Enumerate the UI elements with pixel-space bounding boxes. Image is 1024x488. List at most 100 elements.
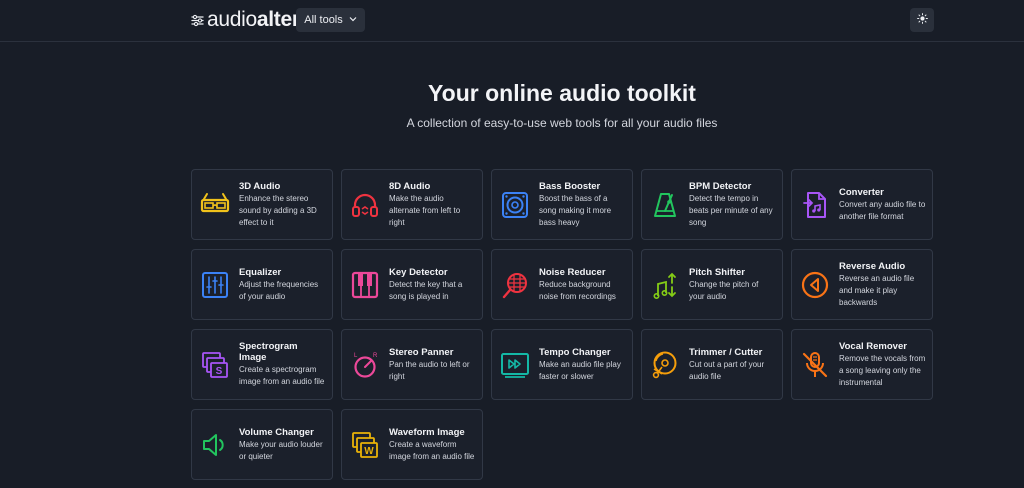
reverse-icon [800,270,830,300]
tool-card-text: Reverse Audio Reverse an audio file and m… [839,250,926,319]
tool-description: Cut out a part of your audio file [689,359,765,381]
tool-description: Pan the audio to left or right [389,359,470,381]
tool-card-pitch-shifter[interactable]: Pitch Shifter Change the pitch of your au… [641,249,783,320]
tool-card-3d-audio[interactable]: 3D Audio Enhance the stereo sound by addi… [191,169,333,240]
tool-card-bpm-detector[interactable]: BPM Detector Detect the tempo in beats pe… [641,169,783,240]
sun-icon [916,11,928,29]
tool-card-text: BPM Detector Detect the tempo in beats pe… [689,170,776,239]
waveform-image-icon: W [350,430,380,460]
tools-grid: 3D Audio Enhance the stereo sound by addi… [191,169,933,481]
microphone-icon [500,270,530,300]
all-tools-label: All tools [304,14,343,26]
tool-title: Vocal Remover [839,340,907,352]
tool-card-spectrogram-image[interactable]: S Spectrogram Image Create a spectrogram i… [191,329,333,400]
tool-card-text: Bass Booster Boost the bass of a song mak… [539,170,626,239]
tool-card-text: Stereo Panner Pan the audio to left or ri… [389,330,476,399]
tool-title: Converter [839,186,884,198]
tool-card-text: 8D Audio Make the audio alternate from le… [389,170,476,239]
tool-card-text: Waveform Image Create a waveform image fr… [389,410,476,479]
scissors-disc-icon [650,350,680,380]
logo[interactable]: audioalter [191,9,300,31]
tool-card-text: Pitch Shifter Change the pitch of your au… [689,250,776,319]
logo-text-part1: audio [207,8,257,31]
3d-glasses-icon [200,190,230,220]
tool-title: Volume Changer [239,426,314,438]
tool-title: 3D Audio [239,180,281,192]
tool-description: Enhance the stereo sound by adding a 3D … [239,193,317,227]
chevron-down-icon [349,14,357,26]
logo-text-part2: alter [256,8,300,31]
tool-card-text: Tempo Changer Make an audio file play fas… [539,330,626,399]
tool-card-noise-reducer[interactable]: Noise Reducer Reduce background noise fro… [491,249,633,320]
tool-title: Trimmer / Cutter [689,346,763,358]
tool-card-text: Spectrogram Image Create a spectrogram im… [239,330,326,399]
spectrogram-icon: S [200,350,230,380]
headphones-icon [350,190,380,220]
tool-card-text: Vocal Remover Remove the vocals from a so… [839,330,926,399]
tool-title: Pitch Shifter [689,266,745,278]
tool-card-text: Converter Convert any audio file to anoth… [839,170,926,239]
tool-description: Create a waveform image from an audio fi… [389,439,475,461]
tool-description: Make the audio alternate from left to ri… [389,193,461,227]
tool-card-stereo-panner[interactable]: L R Stereo Panner Pan the audio to left or … [341,329,483,400]
equalizer-icon [200,270,230,300]
piano-keys-icon [350,270,380,300]
logo-mark-icon [191,14,204,27]
tool-title: Key Detector [389,266,448,278]
tool-description: Change the pitch of your audio [689,279,759,301]
svg-text:R: R [373,353,378,359]
tool-title: Noise Reducer [539,266,606,278]
tool-description: Reduce background noise from recordings [539,279,616,301]
tool-title: BPM Detector [689,180,752,192]
tool-title: Spectrogram Image [239,341,298,363]
tool-title: Equalizer [239,266,282,278]
tool-description: Adjust the frequencies of your audio [239,279,319,301]
tool-title: 8D Audio [389,180,431,192]
tool-description: Reverse an audio file and make it play b… [839,273,915,307]
mic-off-icon [800,350,830,380]
pan-knob-icon: LR [350,350,380,380]
page-subtitle: A collection of easy-to-use web tools fo… [406,116,718,130]
tool-card-text: 3D Audio Enhance the stereo sound by addi… [239,170,326,239]
theme-toggle-button[interactable] [910,8,934,32]
tool-title: Stereo Panner [389,346,454,358]
tool-card-text: Noise Reducer Reduce background noise fro… [539,250,626,319]
tool-description: Convert any audio file to another file f… [839,199,926,221]
tool-card-vocal-remover[interactable]: Vocal Remover Remove the vocals from a so… [791,329,933,400]
svg-text:L: L [354,353,358,359]
tool-description: Detect the key that a song is played in [389,279,463,301]
tool-description: Remove the vocals from a song leaving on… [839,353,926,387]
volume-icon [200,430,230,460]
tool-card-8d-audio[interactable]: 8D Audio Make the audio alternate from le… [341,169,483,240]
tool-card-trimmer-cutter[interactable]: Trimmer / Cutter Cut out a part of your a… [641,329,783,400]
tool-card-waveform-image[interactable]: W Waveform Image Create a waveform image f… [341,409,483,480]
tool-title: Bass Booster [539,180,601,192]
tool-card-text: Trimmer / Cutter Cut out a part of your a… [689,330,776,399]
tool-description: Make your audio louder or quieter [239,439,323,461]
tool-card-volume-changer[interactable]: Volume Changer Make your audio louder or … [191,409,333,480]
tool-card-text: Equalizer Adjust the frequencies of your … [239,250,326,319]
svg-text:W: W [364,446,374,457]
tool-card-equalizer[interactable]: Equalizer Adjust the frequencies of your … [191,249,333,320]
top-navbar: audioalter All tools [0,0,1024,42]
all-tools-dropdown[interactable]: All tools [296,8,365,32]
speaker-icon [500,190,530,220]
tool-title: Waveform Image [389,426,465,438]
tool-card-key-detector[interactable]: Key Detector Detect the key that a song i… [341,249,483,320]
music-notes-icon [650,270,680,300]
tool-card-text: Volume Changer Make your audio louder or … [239,410,326,479]
svg-text:S: S [216,366,223,377]
file-convert-icon [800,190,830,220]
tool-card-bass-booster[interactable]: Bass Booster Boost the bass of a song mak… [491,169,633,240]
logo-text: audioalter [207,9,300,31]
tool-description: Detect the tempo in beats per minute of … [689,193,773,227]
tool-description: Boost the bass of a song making it more … [539,193,612,227]
tool-description: Create a spectrogram image from an audio… [239,365,325,386]
metronome-icon [650,190,680,220]
tool-card-reverse-audio[interactable]: Reverse Audio Reverse an audio file and m… [791,249,933,320]
tool-card-converter[interactable]: Converter Convert any audio file to anoth… [791,169,933,240]
tool-card-tempo-changer[interactable]: Tempo Changer Make an audio file play fas… [491,329,633,400]
tool-description: Make an audio file play faster or slower [539,359,621,381]
tool-title: Tempo Changer [539,346,611,358]
fast-forward-icon [500,350,530,380]
